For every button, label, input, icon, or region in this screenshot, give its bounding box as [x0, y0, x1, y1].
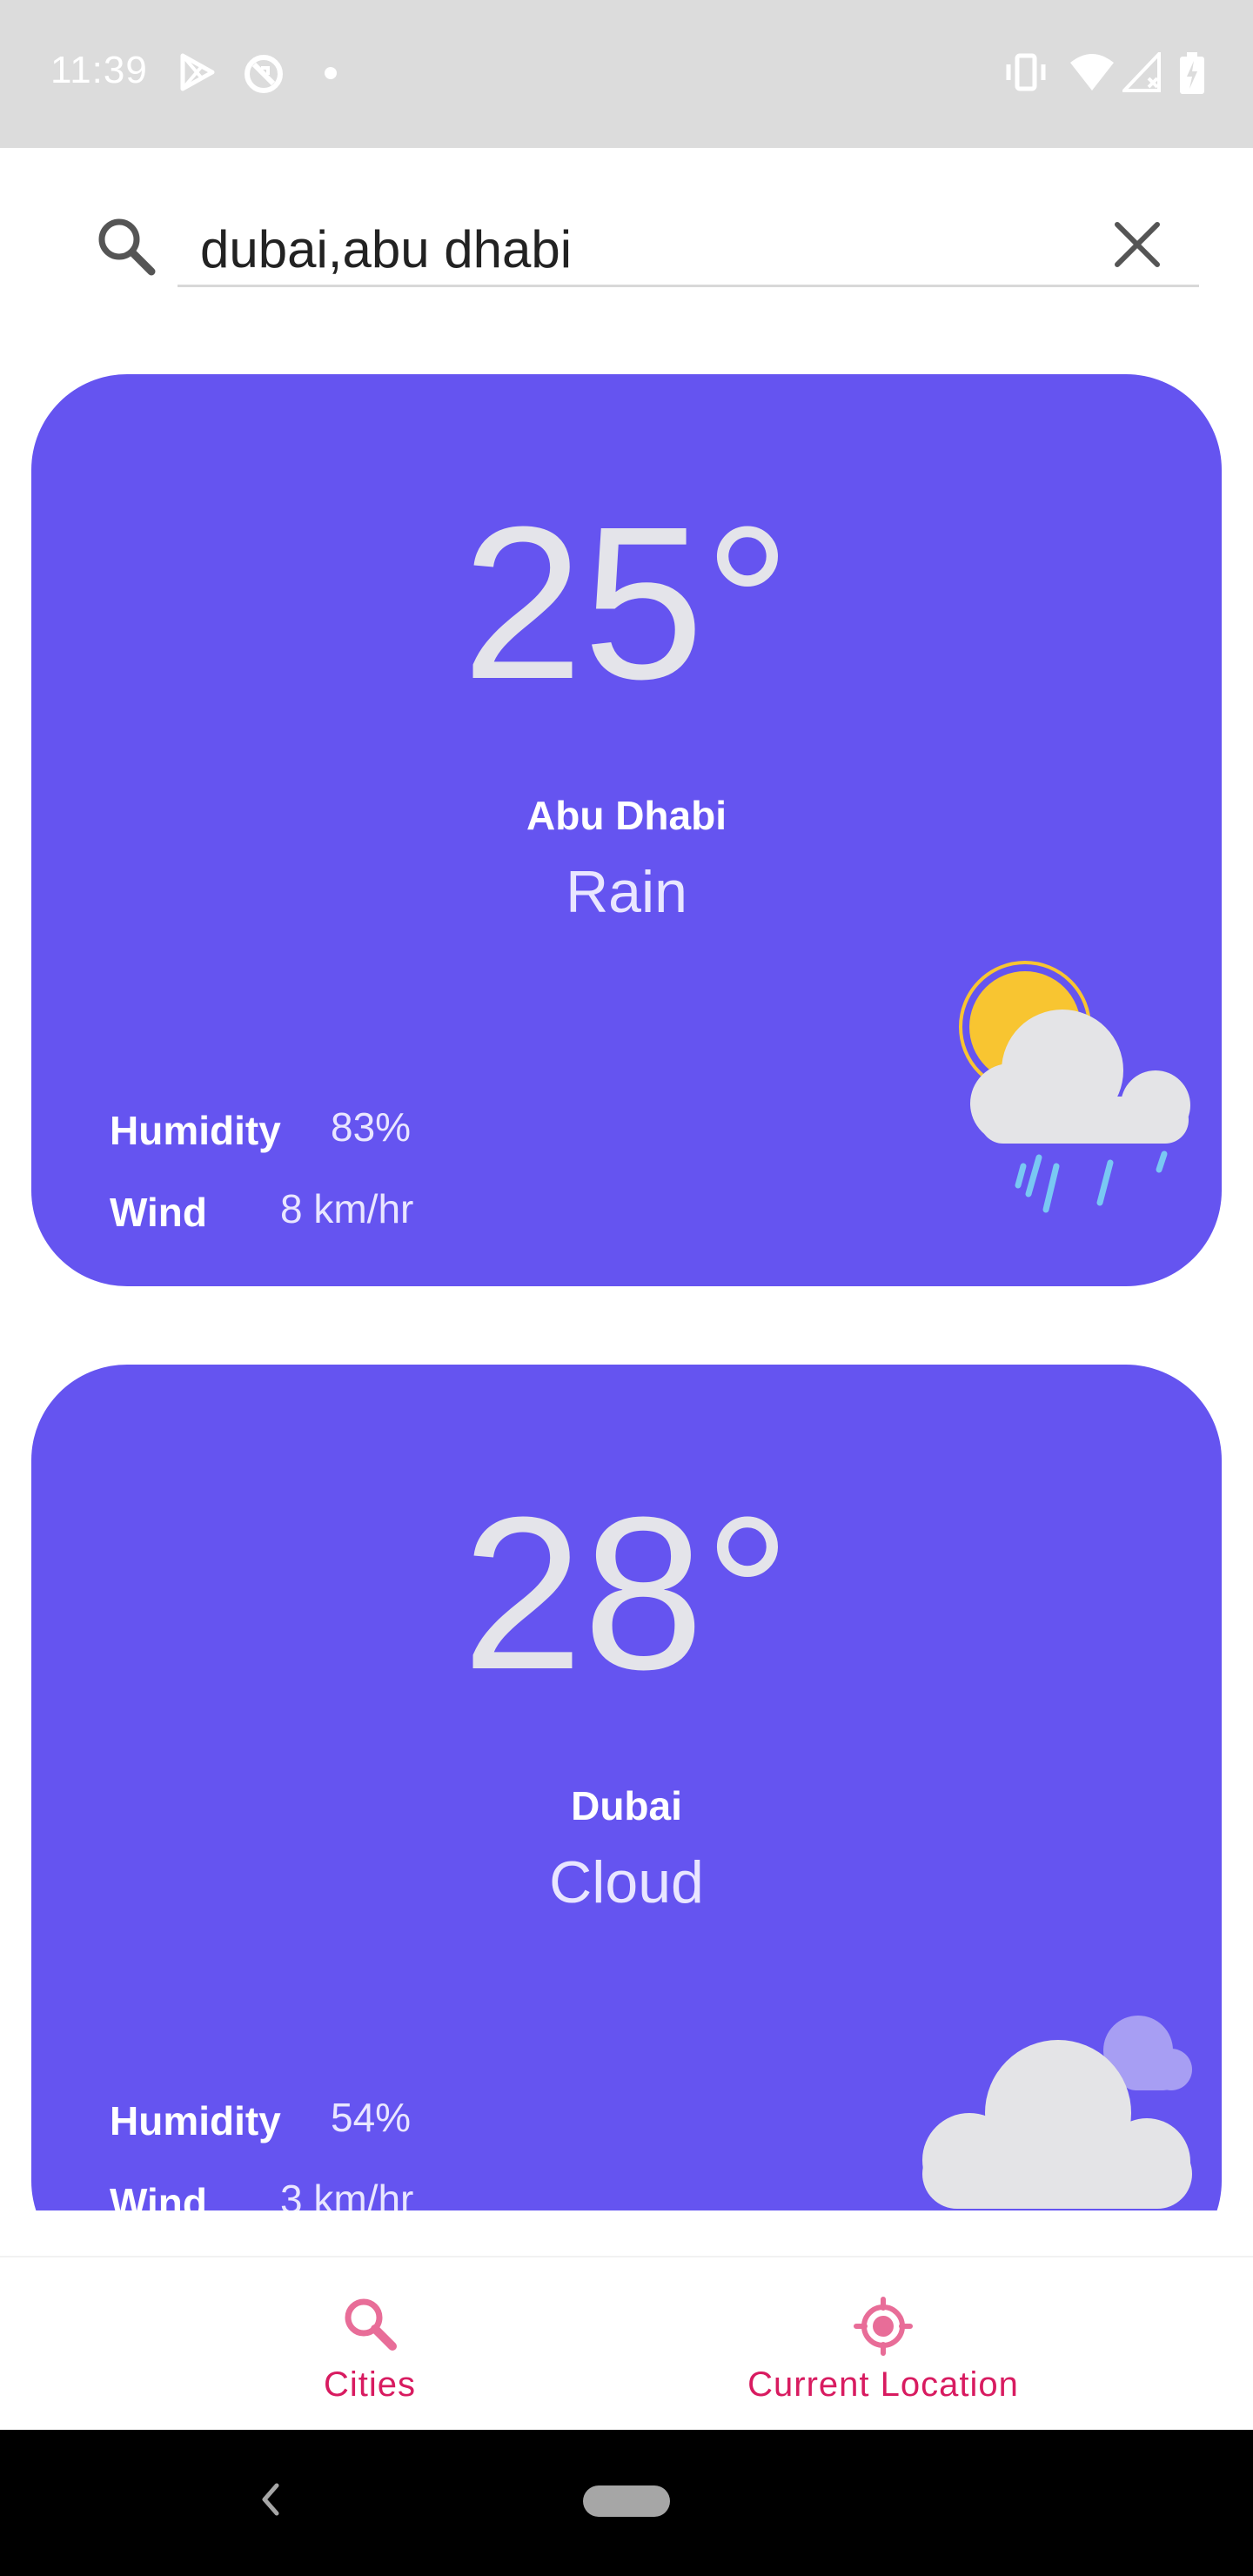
temperature: 25° — [461, 481, 792, 724]
city-name: Dubai — [571, 1783, 682, 1828]
weather-card[interactable]: 25° Abu Dhabi Rain Humidity 83% Wind 8 k… — [31, 374, 1222, 1286]
weather-condition: Rain — [566, 859, 687, 925]
play-store-icon — [180, 53, 215, 91]
humidity-value: 54% — [331, 2095, 412, 2140]
status-bar: 11:39 — [0, 0, 1253, 148]
temperature: 28° — [461, 1472, 792, 1714]
nav-item-label: Cities — [323, 2365, 417, 2404]
wind-value: 3 km/hr — [280, 2177, 414, 2210]
nav-item-current-location[interactable]: Current Location — [714, 2257, 1053, 2432]
weather-condition: Cloud — [549, 1849, 704, 1915]
wifi-icon — [1070, 54, 1114, 91]
cloud-icon — [922, 2016, 1192, 2209]
search-bar: dubai,abu dhabi — [0, 148, 1253, 366]
wind-label: Wind — [110, 1190, 207, 1235]
search-icon — [345, 2298, 397, 2351]
search-input-value: dubai,abu dhabi — [200, 220, 573, 278]
sun-cloud-rain-icon — [959, 961, 1190, 1213]
vibrate-icon — [1006, 53, 1046, 91]
cell-signal-icon — [1122, 52, 1161, 92]
system-navigation-bar — [0, 2430, 1253, 2576]
nav-item-label: Current Location — [747, 2365, 1019, 2404]
wind-label: Wind — [110, 2180, 207, 2210]
do-not-disturb-icon — [245, 55, 283, 93]
location-target-icon — [854, 2297, 913, 2356]
wind-value: 8 km/hr — [280, 1186, 414, 1231]
humidity-value: 83% — [331, 1104, 412, 1150]
city-name: Abu Dhabi — [526, 793, 727, 838]
home-pill-button[interactable] — [583, 2485, 670, 2517]
weather-card-list[interactable]: 25° Abu Dhabi Rain Humidity 83% Wind 8 k… — [0, 366, 1253, 2210]
humidity-label: Humidity — [110, 2098, 281, 2143]
search-icon[interactable] — [96, 216, 157, 277]
battery-charging-icon — [1180, 52, 1204, 94]
nav-item-cities[interactable]: Cities — [261, 2257, 479, 2432]
humidity-label: Humidity — [110, 1108, 281, 1153]
back-icon[interactable] — [258, 2480, 284, 2519]
status-time: 11:39 — [50, 49, 148, 91]
weather-app-screen: 11:39 dubai,abu dhabi 25° Abu Dhabi Rain… — [0, 0, 1253, 2576]
bottom-navigation: Cities Current Location — [0, 2256, 1253, 2430]
weather-card[interactable]: 28° Dubai Cloud Humidity 54% Wind 3 km/h… — [31, 1365, 1222, 2210]
close-icon[interactable] — [1114, 221, 1161, 268]
notification-dot-icon — [325, 67, 337, 79]
search-input[interactable]: dubai,abu dhabi — [178, 209, 1199, 287]
